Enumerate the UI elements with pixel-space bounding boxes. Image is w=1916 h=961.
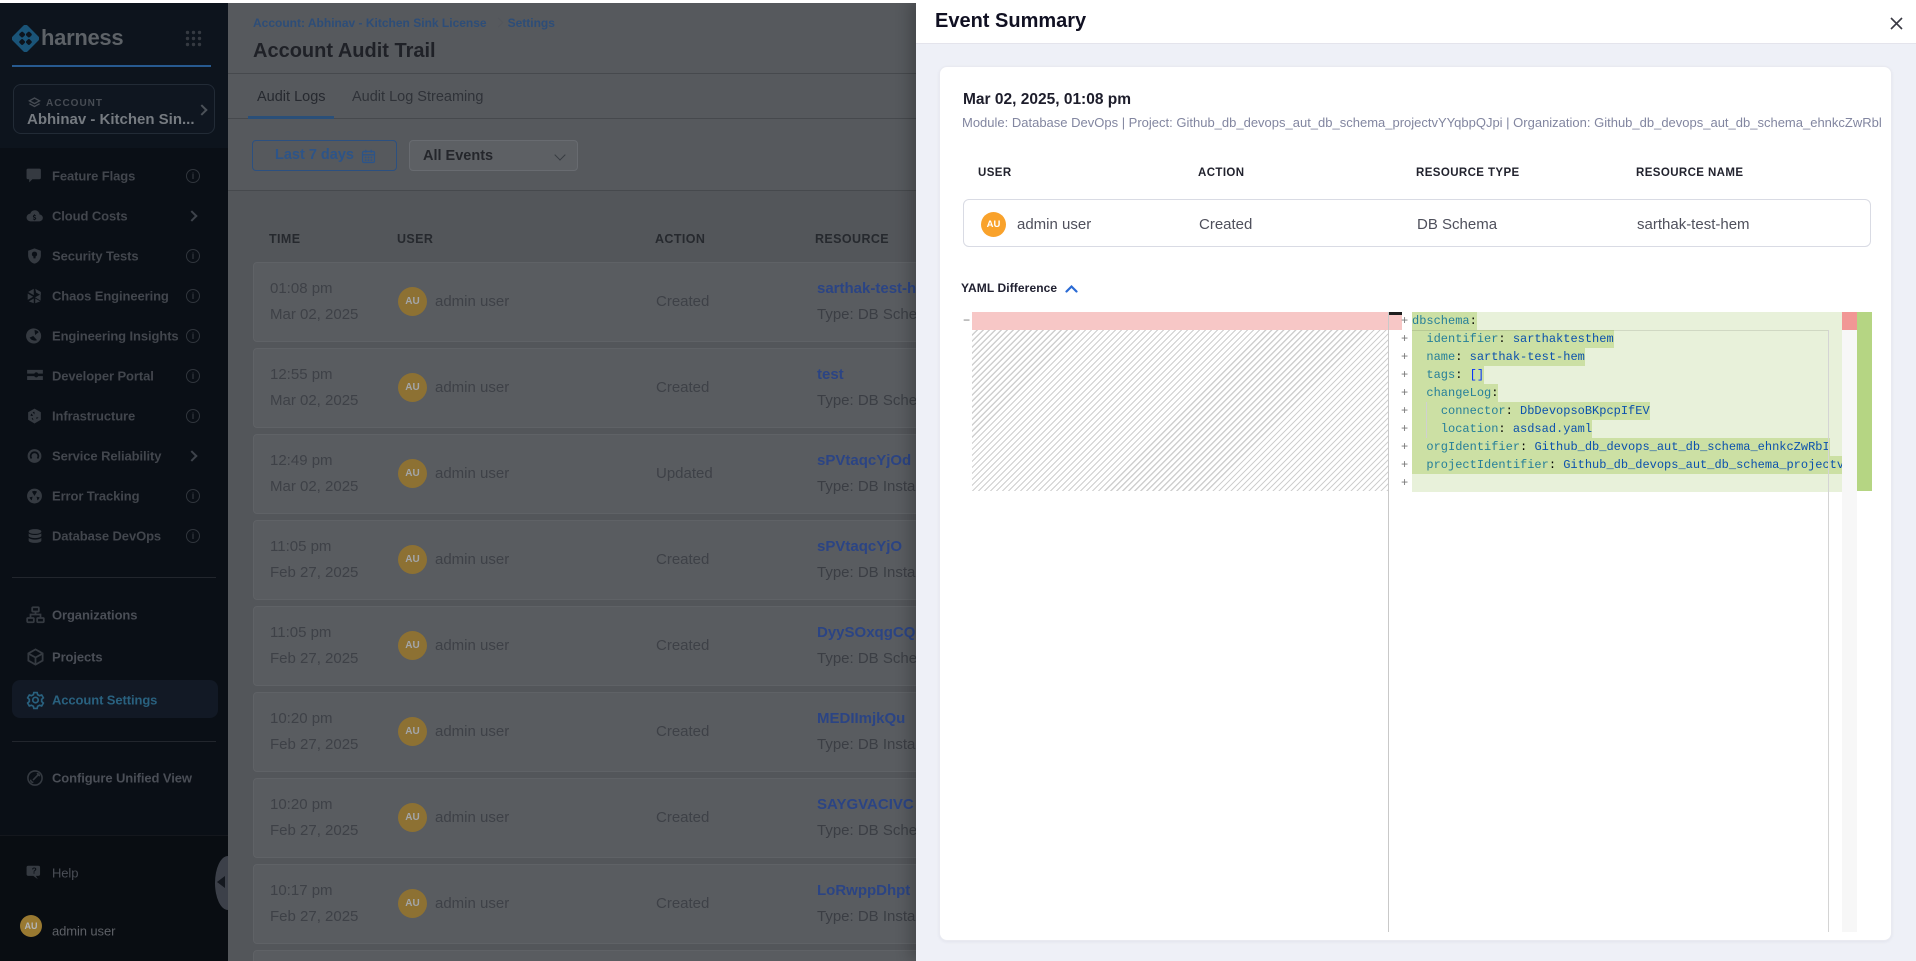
svg-text:?: ? — [32, 866, 37, 876]
